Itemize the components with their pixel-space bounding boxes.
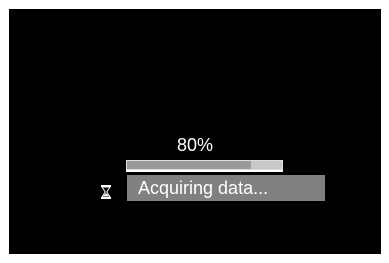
status-row: Acquiring data... xyxy=(97,175,327,201)
status-box: Acquiring data... xyxy=(127,175,325,201)
status-text: Acquiring data... xyxy=(138,178,269,198)
progress-percent: 80% xyxy=(176,135,214,155)
hourglass-icon xyxy=(101,185,111,199)
loading-screen: 80% Acquiring data... xyxy=(9,9,381,254)
progress-bar xyxy=(126,160,283,170)
progress-fill xyxy=(127,161,251,169)
progress-underline xyxy=(126,170,283,172)
